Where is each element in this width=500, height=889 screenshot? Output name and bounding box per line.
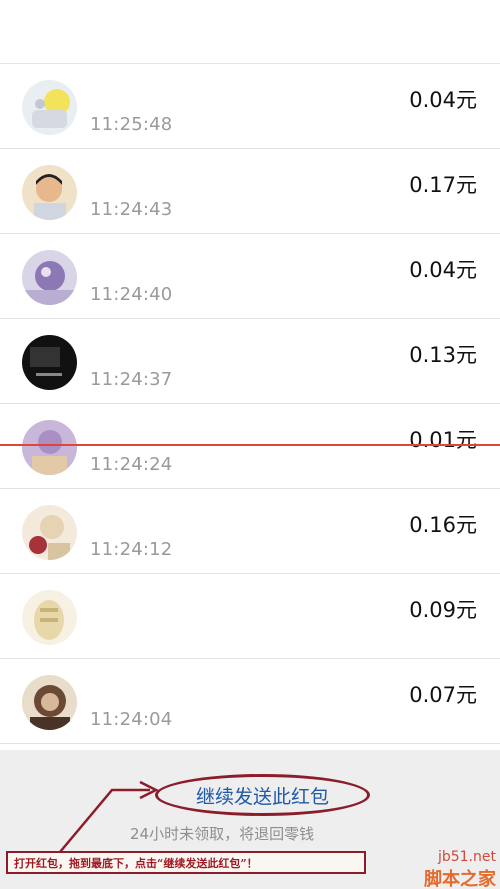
time-label: 11:24:24 (90, 454, 173, 475)
avatar-icon (22, 335, 77, 390)
time-label: 11:24:40 (90, 284, 173, 305)
avatar[interactable] (22, 80, 77, 135)
amount-label: 0.04元 (409, 258, 477, 282)
avatar-icon (22, 675, 77, 730)
avatar-icon (22, 80, 77, 135)
top-blank-area (0, 0, 500, 64)
avatar[interactable] (22, 250, 77, 305)
avatar[interactable] (22, 590, 77, 645)
avatar[interactable] (22, 420, 77, 475)
time-label: 11:24:04 (90, 709, 173, 730)
watermark-name: 脚本之家 (424, 869, 496, 889)
avatar-icon (22, 165, 77, 220)
list-item[interactable]: 11:24:37 0.13元 (0, 319, 500, 404)
list-item[interactable]: 11:25:48 0.04元 (0, 64, 500, 149)
avatar-icon (22, 420, 77, 475)
avatar[interactable] (22, 505, 77, 560)
time-label: 11:24:37 (90, 369, 173, 390)
time-label: 11:25:48 (90, 114, 173, 135)
avatar-icon (22, 250, 77, 305)
amount-label: 0.07元 (409, 683, 477, 707)
list-item[interactable]: 11:24:24 0.01元 (0, 404, 500, 489)
recipient-list: 11:25:48 0.04元 11:24:43 0.17元 11:24:40 0… (0, 64, 500, 744)
watermark-site: jb51.net (437, 849, 496, 865)
avatar-icon (22, 505, 77, 560)
amount-label: 0.04元 (409, 88, 477, 112)
list-item[interactable]: 0.09元 (0, 574, 500, 659)
list-item[interactable]: 11:24:43 0.17元 (0, 149, 500, 234)
refund-notice: 24小时未领取，将退回零钱 (130, 825, 315, 843)
avatar[interactable] (22, 165, 77, 220)
list-item[interactable]: 11:24:40 0.04元 (0, 234, 500, 319)
amount-label: 0.16元 (409, 513, 477, 537)
time-label: 11:24:12 (90, 539, 173, 560)
watermark: jb51.net 脚本之家 (396, 849, 496, 889)
avatar[interactable] (22, 335, 77, 390)
instruction-banner: 打开红包，拖到最底下，点击“继续发送此红包”！ (6, 851, 366, 874)
list-item[interactable]: 11:24:04 0.07元 (0, 659, 500, 744)
amount-label: 0.01元 (409, 428, 477, 452)
list-item[interactable]: 11:24:12 0.16元 (0, 489, 500, 574)
amount-label: 0.13元 (409, 343, 477, 367)
resend-button[interactable]: 继续发送此红包 (155, 774, 370, 816)
avatar[interactable] (22, 675, 77, 730)
avatar-icon (22, 590, 77, 645)
red-guide-line (0, 444, 500, 446)
amount-label: 0.09元 (409, 598, 477, 622)
amount-label: 0.17元 (409, 173, 477, 197)
time-label: 11:24:43 (90, 199, 173, 220)
